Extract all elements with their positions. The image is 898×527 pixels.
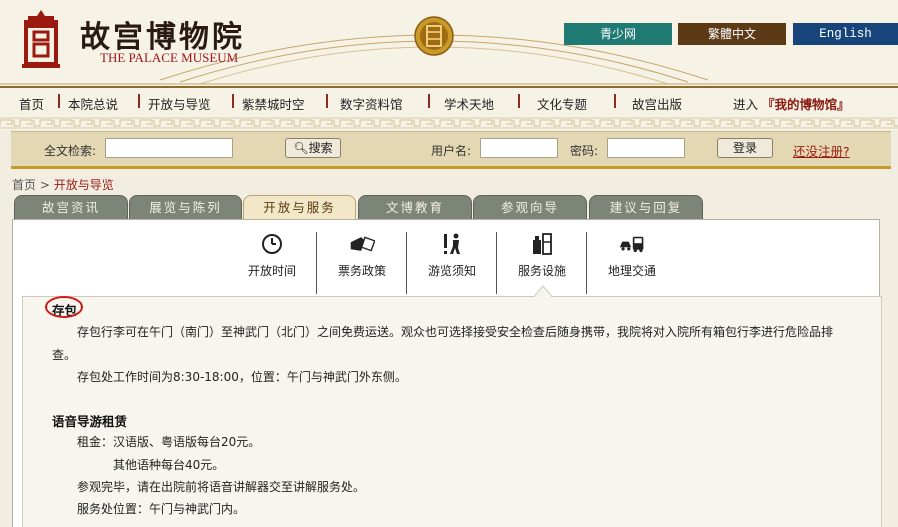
decorative-pattern <box>0 116 898 130</box>
breadcrumb-current[interactable]: 开放与导览 <box>54 178 114 192</box>
medallion-icon <box>414 16 454 56</box>
tab-visit-guide[interactable]: 参观向导 <box>473 195 587 219</box>
clock-icon <box>262 234 282 254</box>
tab-open-services[interactable]: 开放与服务 <box>243 195 356 221</box>
lang-youth-site-link[interactable]: 青少网 <box>564 23 672 45</box>
subnav-service-facilities[interactable]: 服务设施 <box>499 232 585 292</box>
register-link[interactable]: 还没注册? <box>793 141 850 160</box>
subnav-ticket-policy[interactable]: 票务政策 <box>319 232 405 292</box>
username-label: 用户名: <box>431 144 472 158</box>
nav-separator <box>138 94 140 108</box>
nav-separator <box>232 94 234 108</box>
nav-separator <box>428 94 430 108</box>
subnav-label: 游览须知 <box>427 264 476 278</box>
content-paragraph: 存包处工作时间为8:30-18:00，位置：午门与神武门外东侧。 <box>77 370 407 384</box>
nav-item-home[interactable]: 首页 <box>19 94 44 113</box>
password-label: 密码: <box>570 144 599 158</box>
subnav-transportation[interactable]: 地理交通 <box>589 232 675 292</box>
lang-english-link[interactable]: English <box>793 23 898 45</box>
logo-english-name: THE PALACE MUSEUM <box>100 50 239 65</box>
tab-palace-news[interactable]: 故宫资讯 <box>14 195 128 219</box>
content-paragraph: 服务处位置：午门与神武门内。 <box>77 502 246 516</box>
subnav-separator <box>496 232 497 294</box>
tab-education[interactable]: 文博教育 <box>358 195 472 219</box>
vehicle-icon <box>619 236 644 253</box>
login-button[interactable]: 登录 <box>717 138 773 158</box>
highlight-circle <box>45 296 83 318</box>
nav-separator <box>58 94 60 108</box>
section-title-audio-guide: 语音导游租赁 <box>52 414 128 429</box>
nav-item-overview[interactable]: 本院总说 <box>68 94 118 113</box>
nav-separator <box>518 94 520 108</box>
breadcrumb-separator: > <box>39 178 50 192</box>
active-indicator-arrow <box>534 285 552 297</box>
breadcrumb-home[interactable]: 首页 <box>12 178 36 192</box>
lang-traditional-chinese-link[interactable]: 繁體中文 <box>678 23 786 45</box>
content-paragraph: 参观完毕，请在出院前将语音讲解器交至讲解服务处。 <box>77 480 366 494</box>
main-nav: 首页 本院总说 开放与导览 紫禁城时空 数字资料馆 学术天地 文化专题 故宫出版… <box>0 86 898 116</box>
subnav-separator <box>316 232 317 294</box>
subnav-label: 票务政策 <box>337 264 386 278</box>
nav-item-academic[interactable]: 学术天地 <box>444 94 494 113</box>
nav-separator <box>326 94 328 108</box>
breadcrumb: 首页 > 开放与导览 <box>12 176 114 193</box>
content-paragraph: 存包行李可在午门（南门）至神武门（北门）之间免费运送。观众也可选择接受安全检查后… <box>77 325 834 339</box>
username-input[interactable] <box>480 138 558 158</box>
subnav-label: 开放时间 <box>247 264 296 278</box>
subnav-visitor-notice[interactable]: 游览须知 <box>409 232 495 292</box>
nav-my-museum-label: 『我的博物馆』 <box>762 97 850 112</box>
facilities-icon <box>533 233 552 255</box>
password-input[interactable] <box>607 138 685 158</box>
tab-exhibitions[interactable]: 展览与陈列 <box>129 195 242 219</box>
palace-logo-icon[interactable] <box>22 10 60 68</box>
nav-item-forbidden-city[interactable]: 紫禁城时空 <box>242 94 305 113</box>
nav-enter-my-museum[interactable]: 进入 『我的博物馆』 <box>733 94 850 113</box>
ticket-icon <box>350 236 375 252</box>
nav-item-visit-guide[interactable]: 开放与导览 <box>148 94 211 113</box>
content-paragraph: 租金：汉语版、粤语版每台20元。 <box>77 435 261 449</box>
tab-feedback[interactable]: 建议与回复 <box>589 195 703 219</box>
nav-separator <box>614 94 616 108</box>
search-login-bar: 全文检索: 🔍︎搜索 用户名: 密码: 登录 还没注册? <box>11 131 891 169</box>
subnav-label: 地理交通 <box>607 264 656 278</box>
subnav-label: 服务设施 <box>517 264 566 278</box>
subnav-separator <box>586 232 587 294</box>
search-icon: 🔍︎ <box>293 141 309 155</box>
subnav-separator <box>406 232 407 294</box>
fret-pattern <box>0 119 898 127</box>
notice-icon <box>444 233 460 254</box>
nav-item-culture-topics[interactable]: 文化专题 <box>537 94 587 113</box>
nav-enter-label: 进入 <box>733 97 759 112</box>
search-button[interactable]: 🔍︎搜索 <box>285 138 341 158</box>
content-paragraph: 其他语种每台40元。 <box>113 458 225 472</box>
search-label: 全文检索: <box>44 144 97 158</box>
nav-item-digital-archive[interactable]: 数字资料馆 <box>340 94 403 113</box>
content-paragraph: 查。 <box>52 348 77 362</box>
nav-item-publishing[interactable]: 故宫出版 <box>632 94 682 113</box>
search-input[interactable] <box>105 138 233 158</box>
site-header: 故宫博物院 THE PALACE MUSEUM 青少网 繁體中文 English <box>0 0 898 86</box>
search-button-label: 搜索 <box>308 141 333 155</box>
subnav-opening-hours[interactable]: 开放时间 <box>229 232 315 292</box>
